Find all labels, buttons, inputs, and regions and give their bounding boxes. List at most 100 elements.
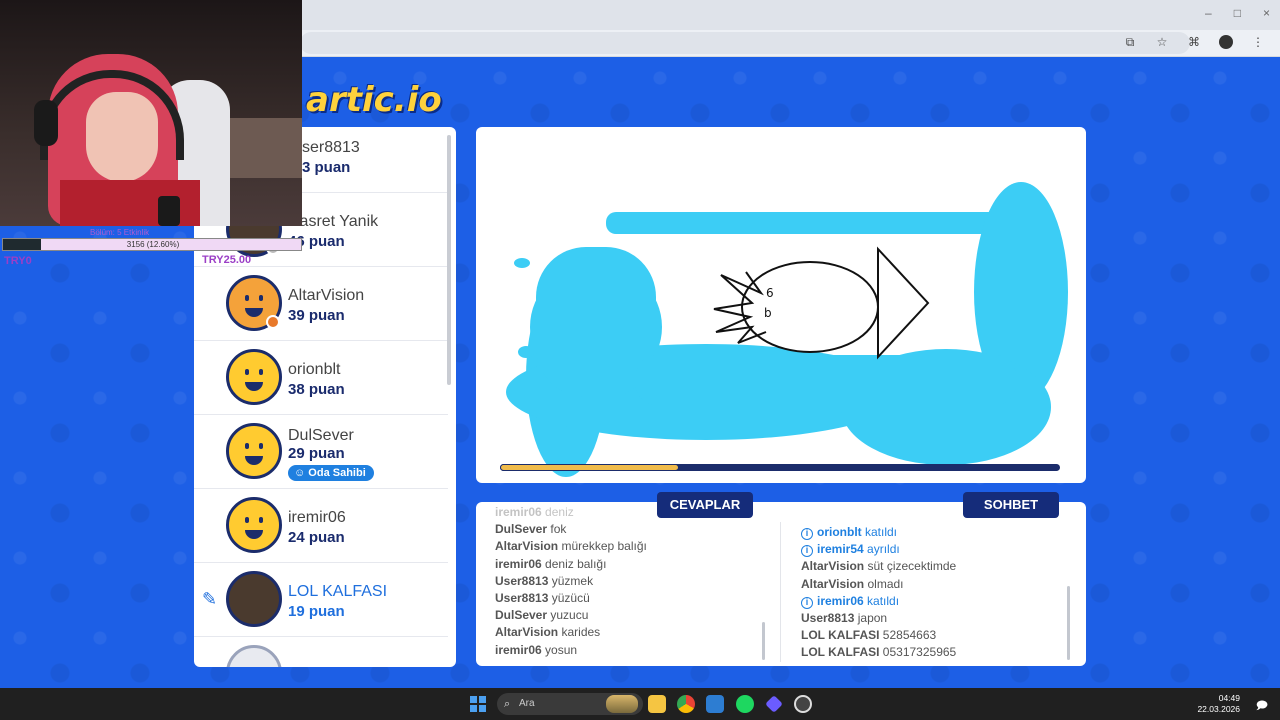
stream-goal-title: Bölüm: 5 Etkinlik	[90, 228, 150, 237]
room-owner-label: Oda Sahibi	[308, 467, 366, 479]
chat-user: User8813	[801, 610, 855, 625]
spotify-icon[interactable]	[736, 695, 754, 713]
chat-user: iremir06	[817, 593, 864, 608]
tab-answers[interactable]: CEVAPLAR	[657, 492, 753, 518]
answer-text: yüzücü	[551, 590, 590, 605]
info-icon: i	[801, 545, 813, 558]
address-bar[interactable]	[300, 32, 1190, 54]
app-icon[interactable]	[765, 695, 783, 713]
answer-row: AltarVision mürekkep balığı	[495, 538, 647, 555]
webcam-overlay	[0, 0, 302, 226]
search-icon: ⌕	[504, 698, 511, 710]
chat-message: LOL KALFASI 05317325965	[801, 644, 956, 661]
answer-row: iremir06 yosun	[495, 642, 647, 659]
answer-row: AltarVision karides	[495, 624, 647, 641]
answer-user: DulSever	[495, 608, 548, 623]
chat-user: iremir54	[817, 542, 864, 557]
profile-avatar[interactable]	[1218, 35, 1234, 52]
widget-icon[interactable]	[606, 695, 638, 713]
chat-message: AltarVision süt çizecektimde	[801, 558, 956, 575]
chat-message: AltarVision olmadı	[801, 576, 956, 593]
answers-scrollbar[interactable]	[762, 622, 765, 660]
toolbar-icons: ⧉ ☆ ⌘ ⋮	[1122, 35, 1266, 52]
player-name: orionblt	[288, 361, 341, 378]
chat-text: süt çizecektimde	[867, 559, 957, 574]
mail-icon[interactable]	[706, 695, 724, 713]
maximize-button[interactable]: □	[1234, 6, 1241, 20]
player-row: iremir06 24 puan	[194, 489, 448, 563]
players-scrollbar[interactable]	[447, 135, 451, 385]
site-logo[interactable]: artic.io	[306, 80, 442, 120]
microphone	[158, 196, 180, 226]
player-name: AltarVision	[288, 287, 365, 304]
player-avatar	[226, 571, 282, 627]
drawn-fish	[713, 246, 930, 360]
chat-user: LOL KALFASI	[801, 645, 880, 660]
system-clock[interactable]: 04:49 22.03.2026	[1197, 693, 1240, 715]
close-button[interactable]: ×	[1263, 6, 1270, 20]
chat-scrollbar[interactable]	[1067, 586, 1070, 660]
chat-user: orionblt	[817, 525, 862, 539]
answer-user: User8813	[495, 590, 549, 605]
player-score: 3 puan	[302, 159, 351, 176]
menu-icon[interactable]: ⋮	[1250, 35, 1266, 52]
chat-text: olmadı	[867, 576, 904, 591]
answer-text: yüzmek	[551, 573, 594, 588]
clock-date: 22.03.2026	[1197, 704, 1240, 714]
player-score: 19 puan	[288, 603, 345, 620]
answer-user: iremir06	[495, 556, 542, 571]
answer-text: deniz	[545, 505, 574, 519]
answer-row: iremir06 deniz	[495, 504, 647, 521]
answer-row: User8813 yüzücü	[495, 590, 647, 607]
answer-row: DulSever yuzucu	[495, 607, 647, 624]
extensions-icon[interactable]: ⌘	[1186, 35, 1202, 52]
round-timer-bar	[500, 464, 1060, 471]
chrome-icon[interactable]	[677, 695, 695, 713]
goal-end-label: TRY25.00	[202, 254, 252, 266]
notification-icon[interactable]: 🗩	[1256, 697, 1268, 716]
answer-row: DulSever fok	[495, 521, 647, 538]
player-score: 24 puan	[288, 529, 345, 546]
minimize-button[interactable]: –	[1205, 6, 1212, 20]
answer-text: yosun	[545, 642, 578, 657]
chat-list: i orionblt katıldı i iremir54 ayrıldı AltarV…	[801, 524, 956, 662]
star-icon[interactable]: ☆	[1154, 35, 1170, 52]
answer-user: AltarVision	[495, 625, 559, 640]
chat-text: katıldı	[867, 593, 900, 608]
drawing-digit: 6	[766, 286, 774, 300]
drawing-canvas[interactable]: 6 b	[476, 127, 1086, 483]
answer-text: fok	[550, 522, 567, 537]
cast-icon[interactable]: ⧉	[1122, 35, 1138, 52]
player-row: AltarVision 39 puan	[194, 267, 448, 341]
chat-text: ayrıldı	[867, 542, 900, 557]
windows-taskbar: ⌕ Ara 04:49 22.03.2026 🗩	[0, 688, 1280, 720]
answer-text: deniz balığı	[545, 556, 607, 571]
obs-icon[interactable]	[794, 695, 812, 713]
chat-text: katıldı	[865, 525, 898, 539]
player-score: 29 puan	[288, 445, 345, 462]
answer-user: iremir06	[495, 642, 542, 657]
answer-user: DulSever	[495, 522, 548, 537]
windows-start-icon[interactable]	[470, 696, 486, 712]
info-icon: i	[801, 596, 813, 609]
player-name: iremir06	[288, 509, 346, 526]
system-message: i orionblt katıldı	[801, 524, 956, 541]
chat-text: japon	[857, 610, 888, 625]
player-row: orionblt 38 puan	[194, 341, 448, 415]
goal-start-label: TRY0	[4, 255, 32, 267]
tab-chat[interactable]: SOHBET	[963, 492, 1059, 518]
player-name: LOL KALFASI	[288, 583, 388, 600]
chat-text: 05317325965	[882, 645, 957, 660]
answer-text: yuzucu	[550, 608, 589, 623]
answer-text: karides	[561, 625, 601, 640]
system-message: i iremir06 katıldı	[801, 593, 956, 610]
player-avatar	[226, 349, 282, 405]
player-avatar	[226, 497, 282, 553]
answer-user: iremir06	[495, 505, 542, 519]
info-icon: i	[801, 528, 813, 540]
clock-time: 04:49	[1218, 693, 1240, 703]
file-explorer-icon[interactable]	[648, 695, 666, 713]
panel-divider	[780, 522, 781, 662]
drawing-svg: 6 b	[506, 182, 1068, 477]
chat-user: AltarVision	[801, 576, 865, 591]
